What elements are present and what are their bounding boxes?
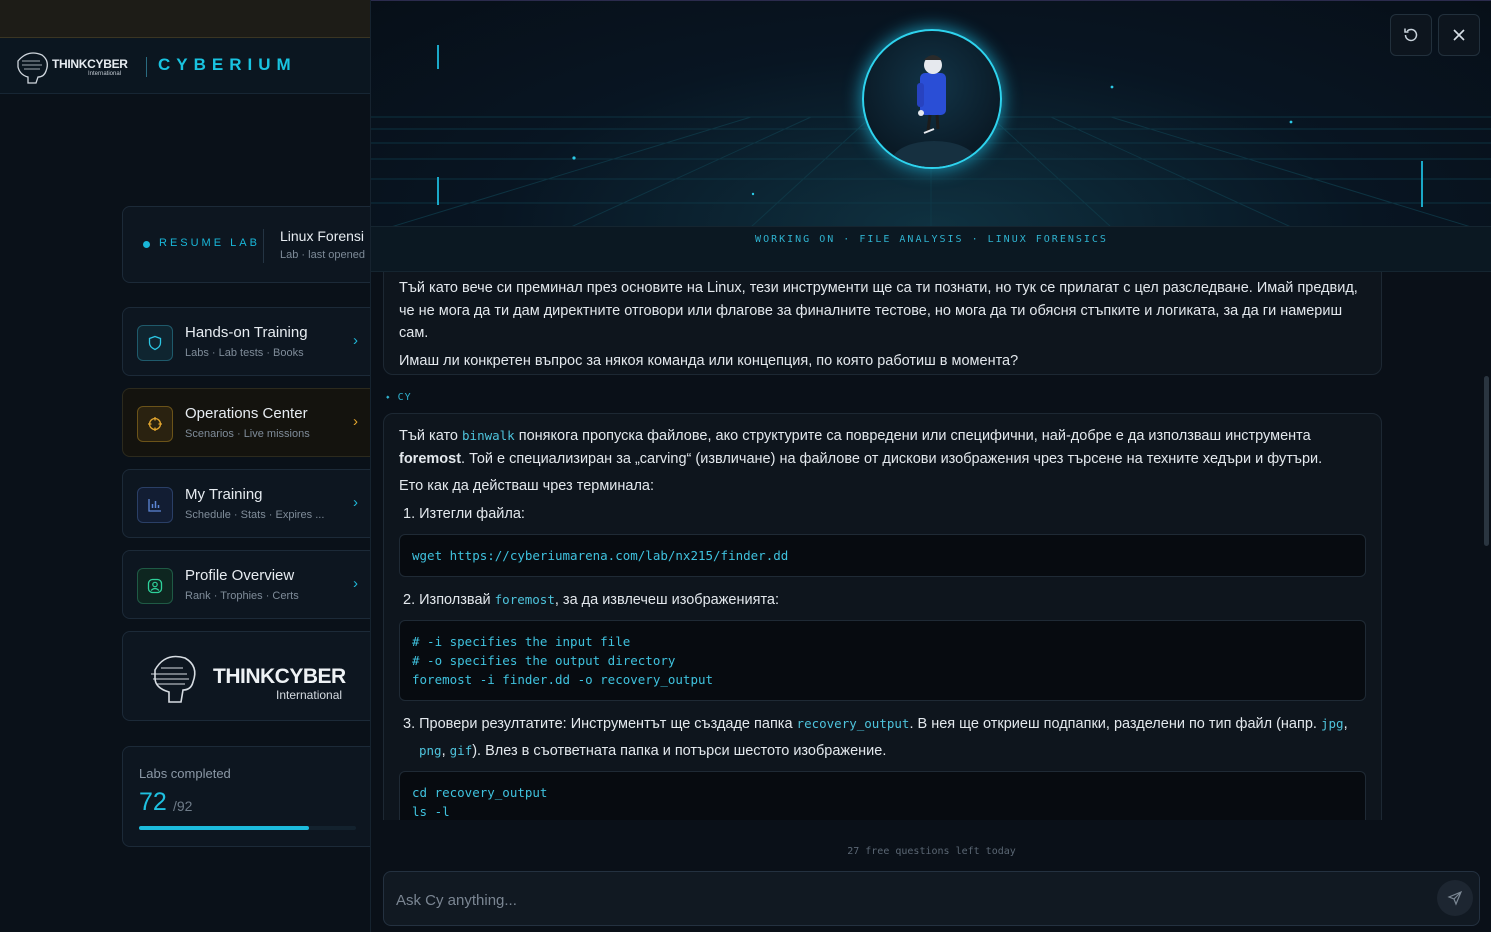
labs-progress-bar (139, 826, 356, 830)
brand-product[interactable]: CYBERIUM (158, 55, 297, 75)
inline-code: jpg (1320, 715, 1344, 731)
text: , (441, 743, 450, 760)
chat-input-box[interactable] (383, 871, 1480, 926)
inline-code: foremost (494, 591, 555, 607)
message-paragraph: Имаш ли конкретен въпрос за някоя команд… (399, 353, 1019, 370)
code-block[interactable]: # -i specifies the input file # -o speci… (399, 619, 1366, 701)
chat-input[interactable] (396, 889, 1396, 911)
top-strip (0, 0, 370, 38)
logo-company-sub: International (276, 688, 343, 702)
resume-lab-label: RESUME LAB (159, 237, 260, 249)
text: . В нея ще откриеш подпапки, разделени п… (909, 715, 1321, 732)
resume-lab-card[interactable]: RESUME LAB Linux Forensi Lab · last open… (122, 206, 370, 283)
labs-completed-card: Labs completed 72 /92 (122, 746, 370, 847)
text: , (1343, 715, 1348, 732)
text: ). Влез в съответната папка и потърси ше… (472, 743, 887, 760)
cy-avatar (862, 29, 1002, 169)
step-3-cont: png, gif). Влез в съответната папка и по… (399, 740, 1366, 763)
sender-name: CY (397, 392, 412, 403)
brand-divider (146, 57, 147, 77)
nav-my-training[interactable]: My Training Schedule · Stats · Expires .… (122, 469, 370, 538)
sender-label: ⬩ CY (386, 392, 412, 403)
chevron-right-icon: › (353, 413, 358, 430)
bold-text: foremost (399, 450, 462, 467)
text: Тъй като (399, 428, 463, 444)
cyber-head-icon (151, 655, 196, 703)
chat-scrollbar[interactable] (1481, 272, 1491, 820)
resume-lab-subtitle: Lab · last opened (280, 249, 366, 261)
nav-subtitle: Schedule · Stats · Expires ... (185, 509, 325, 521)
nav-title: Operations Center (185, 405, 308, 422)
nav-profile-overview[interactable]: Profile Overview Rank · Trophies · Certs… (122, 550, 370, 619)
brand-company: THINKCYBER (52, 57, 128, 71)
inline-code: gif (449, 743, 473, 759)
text: 3. Провери резултатите: Инструментът ще … (403, 715, 797, 732)
labs-progress-fill (139, 826, 309, 830)
chevron-right-icon: › (353, 575, 358, 592)
inline-code: recovery_output (796, 715, 910, 731)
sidebar: THINKCYBER International CYBERIUM RESUME… (0, 0, 370, 932)
nav-title: My Training (185, 486, 263, 503)
logo-company: THINKCYBER (213, 665, 346, 688)
text: понякога пропуска файлове, ако структури… (514, 428, 1311, 444)
shield-icon (137, 325, 173, 361)
nav-subtitle: Labs · Lab tests · Books (185, 347, 304, 359)
nav-subtitle: Rank · Trophies · Certs (185, 590, 299, 602)
labs-total-count: /92 (173, 798, 193, 814)
message-paragraph: Тъй като вече си преминал през основите … (399, 280, 1358, 342)
chevron-right-icon: › (353, 494, 358, 511)
nav-title: Profile Overview (185, 567, 295, 584)
labs-completed-count: 72 (139, 788, 167, 816)
text: . Той е специализиран за „carving“ (извл… (461, 450, 1323, 467)
message-paragraph: Тъй като binwalk понякога пропуска файло… (399, 425, 1366, 470)
send-button[interactable] (1437, 880, 1473, 916)
divider (263, 229, 264, 263)
assistant-message: Тъй като binwalk понякога пропуска файло… (383, 413, 1382, 820)
assistant-message: Тъй като вече си преминал през основите … (383, 272, 1382, 375)
close-icon (1453, 29, 1465, 41)
chat-scrollbar-thumb[interactable] (1484, 376, 1489, 546)
hero-banner (371, 0, 1491, 226)
code-block[interactable]: wget https://cyberiumarena.com/lab/nx215… (399, 533, 1366, 577)
nav-title: Hands-on Training (185, 324, 308, 341)
text: , за да извлечеш изображенията: (554, 591, 780, 608)
thinkcyber-logo-card: THINKCYBER International (122, 631, 370, 721)
chat-messages[interactable]: Тъй като вече си преминал през основите … (371, 272, 1491, 820)
nav-hands-on-training[interactable]: Hands-on Training Labs · Lab tests · Boo… (122, 307, 370, 376)
chevron-right-icon: › (353, 332, 358, 349)
assistant-panel: WORKING ON · FILE ANALYSIS · LINUX FOREN… (370, 0, 1491, 932)
code-block[interactable]: cd recovery_output ls -l (399, 770, 1366, 820)
reset-chat-button[interactable] (1390, 14, 1432, 56)
resume-lab-title: Linux Forensi (280, 228, 365, 244)
working-on-bar: WORKING ON · FILE ANALYSIS · LINUX FOREN… (371, 226, 1491, 272)
step-1: 1. Изтегли файла: (403, 506, 525, 523)
bar-chart-icon (137, 487, 173, 523)
step-3: 3. Провери резултатите: Инструментът ще … (399, 713, 1366, 736)
crosshair-icon (137, 406, 173, 442)
status-dot (143, 241, 150, 248)
text: 2. Използвай (403, 591, 495, 608)
brand-bar: THINKCYBER International CYBERIUM (0, 38, 370, 94)
send-icon (1447, 890, 1463, 906)
quota-text: 27 free questions left today (847, 846, 1016, 857)
labs-completed-label: Labs completed (139, 766, 231, 781)
inline-code: png (419, 743, 442, 759)
nav-operations-center[interactable]: Operations Center Scenarios · Live missi… (122, 388, 370, 457)
message-paragraph: Ето как да действаш чрез терминала: (399, 478, 655, 495)
close-panel-button[interactable] (1438, 14, 1480, 56)
brand-company-sub: International (88, 71, 122, 77)
refresh-icon (1404, 28, 1418, 42)
inline-code: binwalk (462, 428, 515, 443)
user-circle-icon (137, 568, 173, 604)
nav-subtitle: Scenarios · Live missions (185, 428, 310, 440)
step-2: 2. Използвай foremost, за да извлечеш из… (399, 589, 1366, 612)
working-on-text: WORKING ON · FILE ANALYSIS · LINUX FOREN… (755, 234, 1108, 245)
